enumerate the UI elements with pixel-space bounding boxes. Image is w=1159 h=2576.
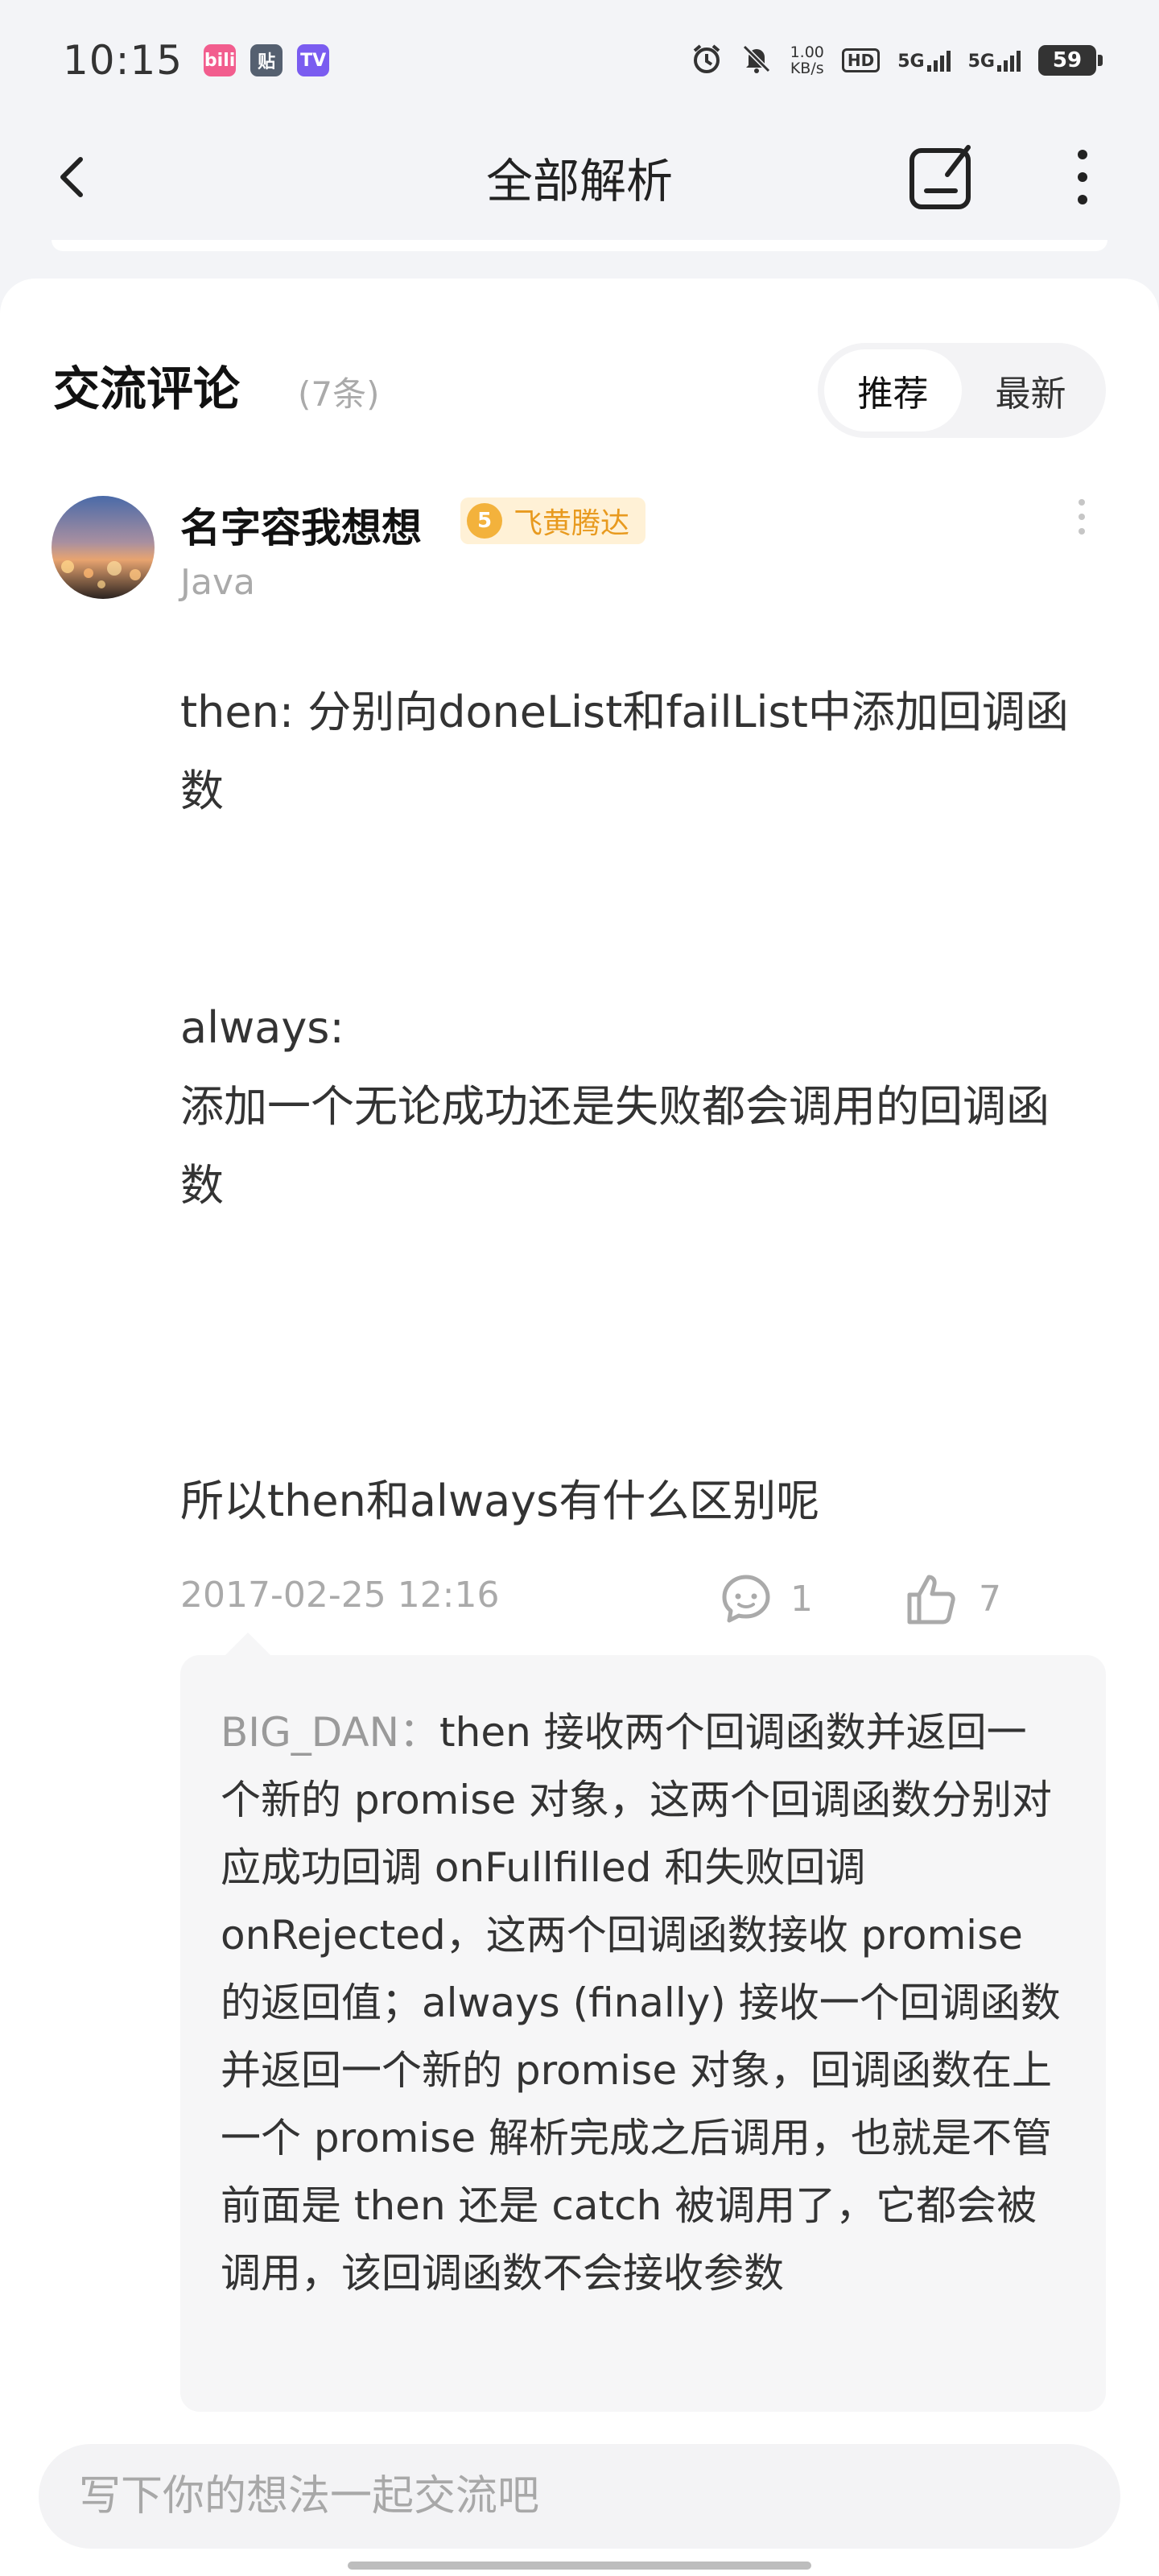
tv-app-icon: TV [297,44,330,76]
speed-value: 1.00 [790,43,824,61]
comment-line [180,910,1090,989]
mute-bell-icon [740,43,773,78]
battery-icon: 59 [1038,45,1103,76]
like-button[interactable]: 7 [905,1567,1001,1631]
signal-2: 5G [968,49,1021,72]
comment-bubble-icon [722,1575,770,1623]
comment-line [180,831,1090,910]
comments-count: (7条) [298,374,380,414]
sort-toggle: 推荐 最新 [818,343,1106,438]
title-bar: 全部解析 [0,121,1159,233]
comment-line: 添加一个无论成功还是失败都会调用的回调函数 [180,1081,1050,1211]
comment-date: 2017-02-25 12:16 [180,1575,500,1616]
comments-card: 交流评论 (7条) 推荐 最新 名字容我想想 5 飞黄腾达 Java then:… [0,279,1159,2576]
avatar[interactable] [52,496,155,599]
comment-input[interactable] [39,2444,1120,2549]
hd-indicator: HD [841,48,881,72]
edit-note-icon [909,145,971,209]
status-right: 1.00 KB/s HD 5G 5G 59 [691,43,1103,78]
reply-button[interactable]: 1 [720,1567,813,1631]
comment-meta: 2017-02-25 12:16 1 7 [180,1567,1090,1631]
bottom-input-bar [0,2415,1159,2576]
reply-box[interactable]: BIG_DAN：then 接收两个回调函数并返回一个新的 promise 对象，… [180,1633,1106,2412]
content-strip [52,240,1107,251]
level-number: 5 [467,503,502,539]
reply-author[interactable]: BIG_DAN： [221,1709,439,1756]
comments-header: 交流评论 (7条) 推荐 最新 [53,343,1106,440]
comment-line [180,1383,1090,1462]
signal-bars-icon [997,49,1021,72]
comment-line [180,1225,1090,1304]
comment-line: always: [180,1002,344,1053]
level-badge: 5 飞黄腾达 [460,497,646,544]
comment-line: 所以then和always有什么区别呢 [180,1476,820,1526]
home-indicator[interactable] [348,2562,811,2570]
level-name: 飞黄腾达 [514,507,630,540]
edit-note-button[interactable] [901,137,982,217]
user-tag: Java [180,562,255,603]
sort-latest-tab[interactable]: 最新 [962,349,1099,431]
comment-line: then: 分别向doneList和failList中添加回调函数 [180,687,1069,816]
status-app-icons: bili 贴 TV [204,44,330,76]
more-vertical-icon [1078,150,1087,159]
page-title: 全部解析 [485,154,673,208]
reply-count: 1 [790,1578,813,1620]
status-time: 10:15 [63,37,184,84]
reply-text: then 接收两个回调函数并返回一个新的 promise 对象，这两个回调函数分… [221,1709,1061,2297]
alarm-icon [691,43,723,78]
tieba-app-icon: 贴 [250,44,283,76]
username[interactable]: 名字容我想想 [180,496,422,554]
signal-1: 5G [897,49,951,72]
network-speed: 1.00 KB/s [790,44,824,76]
comment-more-button[interactable] [1066,496,1098,552]
bilibili-app-icon: bili [204,44,237,76]
thumbs-up-icon [907,1575,955,1624]
like-count: 7 [979,1578,1001,1620]
status-bar: 10:15 bili 贴 TV 1.00 KB/s HD 5G 5G 59 [0,0,1159,121]
sort-recommended-tab[interactable]: 推荐 [824,349,962,431]
signal-bars-icon [926,49,951,72]
speed-unit: KB/s [790,60,824,77]
comment-line [180,1304,1090,1383]
comment-body: then: 分别向doneList和failList中添加回调函数 always… [180,673,1090,1541]
more-vertical-icon [1079,499,1085,506]
comments-title: 交流评论 [53,361,241,416]
more-button[interactable] [1046,137,1119,217]
